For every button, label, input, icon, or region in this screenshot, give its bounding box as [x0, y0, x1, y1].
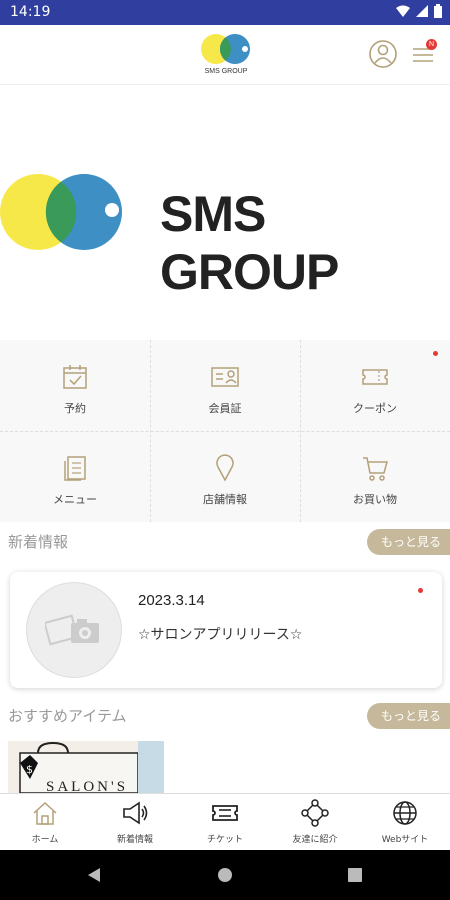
recommended-more-button[interactable]: もっと見る: [367, 703, 450, 729]
grid-item-coupon[interactable]: クーポン: [300, 340, 450, 431]
wifi-icon: [396, 5, 410, 17]
ticket-icon: [362, 369, 388, 385]
menu-notification-badge: N: [426, 39, 437, 50]
header-logo-text: SMS GROUP: [204, 68, 248, 75]
news-title: ☆サロンアプリリリース☆: [138, 627, 303, 643]
grid-item-label: 会員証: [208, 402, 242, 415]
recommended-item-image[interactable]: $ SALON'S: [8, 741, 164, 793]
nav-label: 新着情報: [116, 835, 153, 845]
nav-label: ホーム: [31, 835, 59, 845]
recommended-section-title: おすすめアイテム: [8, 707, 127, 725]
grid-item-label: クーポン: [353, 402, 397, 415]
bottom-navigation: ホーム 新着情報 チケット 友達に紹介 Webサイト: [0, 793, 450, 850]
user-icon: [369, 40, 397, 68]
cart-icon: [363, 457, 388, 481]
news-section-title: 新着情報: [8, 533, 69, 551]
back-icon[interactable]: [86, 867, 102, 883]
nav-ticket[interactable]: チケット: [180, 794, 270, 851]
feature-menu-grid: 予約 会員証 クーポン メニュー 店舗情報 お買い物: [0, 340, 450, 522]
app-header: SMS GROUP N: [0, 25, 450, 85]
nav-website[interactable]: Webサイト: [360, 794, 450, 851]
profile-button[interactable]: [368, 39, 398, 69]
battery-icon: [434, 4, 442, 18]
status-time: 14:19: [10, 4, 51, 20]
home-icon: [33, 801, 57, 825]
android-navigation-bar: [0, 850, 450, 900]
hero-banner: SMS GROUP: [0, 85, 450, 340]
member-card-icon: [211, 367, 239, 387]
status-bar: 14:19: [0, 0, 450, 25]
grid-item-store-info[interactable]: 店舗情報: [150, 431, 300, 522]
news-date: 2023.3.14: [138, 592, 205, 609]
nav-news[interactable]: 新着情報: [90, 794, 180, 851]
signal-icon: [416, 5, 428, 17]
nav-refer-friend[interactable]: 友達に紹介: [270, 794, 360, 851]
recommended-item-image-text: SALON'S: [46, 779, 129, 793]
news-unread-dot: [418, 588, 423, 593]
grid-item-menu[interactable]: メニュー: [0, 431, 150, 522]
coupon-notification-dot: [433, 351, 438, 356]
grid-item-member-card[interactable]: 会員証: [150, 340, 300, 431]
news-card[interactable]: 2023.3.14 ☆サロンアプリリリース☆: [10, 572, 442, 688]
home-circle-icon[interactable]: [217, 867, 233, 883]
nav-label: Webサイト: [381, 835, 429, 845]
globe-icon: [393, 801, 417, 825]
nav-label: チケット: [206, 835, 243, 845]
ticket-icon: [212, 805, 238, 821]
logo-mark-icon: [201, 34, 250, 64]
news-more-button[interactable]: もっと見る: [367, 529, 450, 555]
hero-logo-mark-icon: [0, 174, 122, 250]
recents-icon[interactable]: [348, 868, 362, 882]
calendar-check-icon: [63, 365, 87, 389]
grid-item-shopping[interactable]: お買い物: [300, 431, 450, 522]
document-icon: [64, 456, 86, 481]
header-logo[interactable]: SMS GROUP: [198, 33, 254, 79]
grid-item-reservation[interactable]: 予約: [0, 340, 150, 431]
news-thumbnail-placeholder: [26, 582, 122, 678]
grid-item-label: メニュー: [53, 493, 97, 506]
nav-label: 友達に紹介: [292, 835, 338, 845]
share-network-icon: [301, 799, 329, 827]
svg-text:$: $: [26, 763, 33, 776]
status-icons: [396, 4, 442, 18]
grid-item-label: お買い物: [353, 493, 397, 506]
grid-item-label: 予約: [64, 402, 86, 415]
photo-placeholder-icon: [45, 614, 99, 646]
megaphone-icon: [123, 801, 148, 825]
hero-brand-text: SMS GROUP: [160, 186, 339, 300]
nav-home[interactable]: ホーム: [0, 794, 90, 851]
map-pin-icon: [216, 454, 234, 482]
grid-item-label: 店舗情報: [203, 493, 247, 506]
